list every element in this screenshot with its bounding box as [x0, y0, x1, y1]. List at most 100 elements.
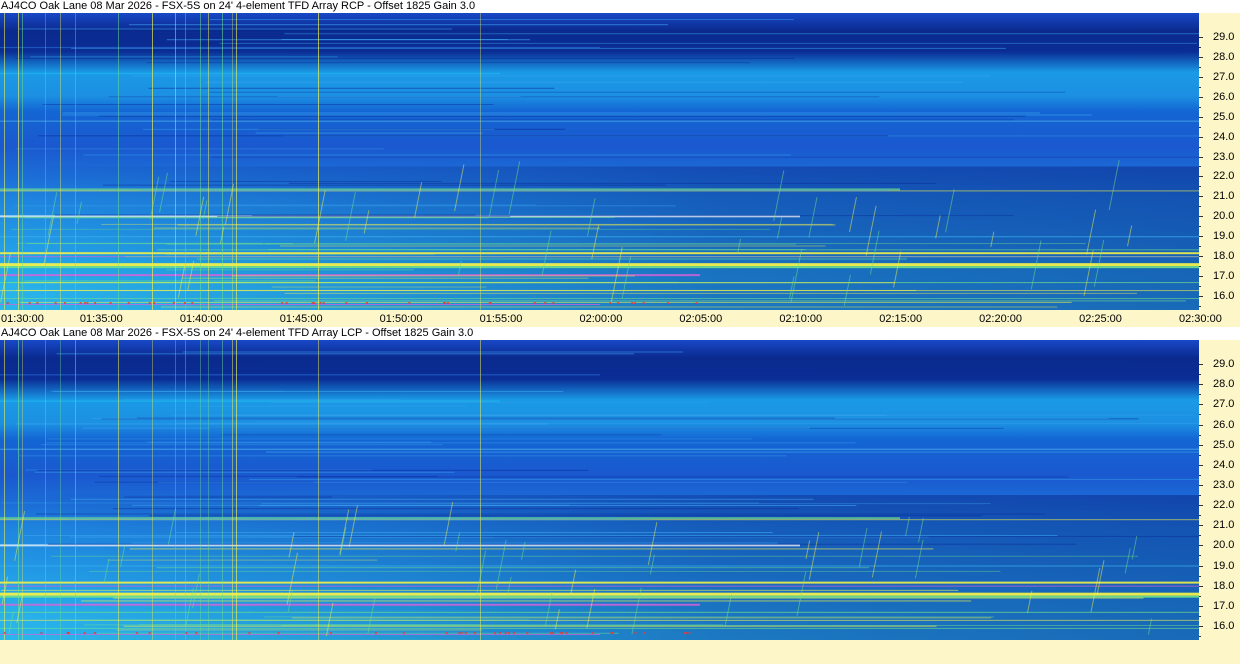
- noise-line: [255, 132, 483, 134]
- rfi-band: [0, 266, 1199, 269]
- noise-line: [102, 184, 666, 186]
- time-tick-label: 02:05:00: [679, 313, 723, 325]
- vertical-rfi-line: [185, 340, 186, 640]
- frequency-tick: [1199, 565, 1203, 567]
- vertical-rfi-line: [4, 13, 5, 310]
- vertical-rfi-line: [118, 340, 119, 640]
- speckle: [609, 302, 612, 305]
- spectrogram-image: [0, 13, 1199, 310]
- frequency-tick: [1199, 56, 1203, 58]
- frequency-tick: [1199, 444, 1203, 446]
- speckle: [366, 302, 369, 305]
- lcp-frequency-axis: 29.0 28.0 27.0 26.0 25.0 24.0 23.0 22.0 21.0 20.0…: [1199, 340, 1240, 640]
- speckle: [319, 302, 322, 305]
- time-tick-label: 01:30:00: [1, 313, 44, 325]
- noise-line: [40, 444, 443, 446]
- rfi-band: [0, 263, 1199, 267]
- speckle: [464, 631, 467, 634]
- frequency-minor-tick: [1199, 635, 1201, 637]
- noise-line: [55, 619, 530, 621]
- speckle: [634, 631, 637, 634]
- frequency-tick-label: 16.0: [1213, 619, 1235, 632]
- noise-line: [81, 600, 972, 602]
- speckle: [93, 631, 96, 634]
- rfi-band: [0, 595, 1199, 598]
- noise-line: [152, 519, 651, 521]
- speckle: [695, 302, 698, 305]
- noise-line: [23, 534, 1058, 536]
- vertical-rfi-line: [152, 13, 153, 310]
- noise-line: [211, 119, 1015, 121]
- speckle: [79, 302, 82, 305]
- frequency-minor-tick: [1199, 306, 1201, 307]
- speckle: [408, 302, 411, 305]
- vertical-rfi-line: [60, 340, 61, 640]
- noise-line: [42, 103, 494, 105]
- frequency-tick-label: 29.0: [1213, 30, 1235, 43]
- speckle: [688, 631, 691, 634]
- spectrogram-image: [0, 340, 1199, 640]
- noise-line: [113, 508, 800, 510]
- noise-line: [53, 390, 564, 392]
- frequency-tick: [1199, 196, 1203, 198]
- frequency-tick: [1199, 505, 1203, 507]
- rfi-band: [0, 120, 1199, 122]
- speckle: [109, 302, 112, 305]
- speckle: [40, 631, 43, 634]
- frequency-tick-label: 25.0: [1213, 110, 1235, 123]
- frequency-tick-label: 24.0: [1213, 130, 1235, 143]
- frequency-minor-tick: [1199, 126, 1201, 128]
- noise-line: [210, 18, 794, 20]
- rcp-time-axis: 01:30:00 01:35:00 01:40:00 01:45:00 01:50:00…: [0, 310, 1240, 327]
- time-tick-label: 01:55:00: [479, 313, 523, 325]
- rcp-spectrogram: [0, 13, 1199, 310]
- frequency-minor-tick: [1199, 226, 1201, 228]
- frequency-tick-label: 29.0: [1213, 358, 1235, 371]
- frequency-tick-label: 19.0: [1213, 559, 1235, 572]
- noise-line: [98, 115, 1026, 117]
- noise-line: [277, 95, 521, 97]
- frequency-minor-tick: [1199, 46, 1201, 48]
- speckle: [544, 302, 547, 305]
- frequency-tick-label: 17.0: [1213, 599, 1235, 612]
- speckle: [591, 631, 594, 634]
- speckle: [311, 302, 314, 305]
- frequency-minor-tick: [1199, 434, 1201, 436]
- vertical-rfi-line: [232, 13, 233, 310]
- speckle: [473, 631, 476, 634]
- frequency-minor-tick: [1199, 86, 1201, 88]
- speckle: [54, 302, 57, 305]
- noise-line: [213, 300, 1186, 302]
- speckle: [488, 302, 491, 305]
- frequency-minor-tick: [1199, 495, 1201, 497]
- time-tick-label: 01:40:00: [179, 313, 223, 325]
- speckle: [313, 302, 316, 305]
- vertical-rfi-line: [236, 13, 237, 310]
- noise-line: [37, 469, 589, 471]
- noise-line: [24, 280, 316, 282]
- vertical-rfi-line: [236, 340, 237, 640]
- noise-line: [280, 245, 826, 247]
- rfi-band: [0, 236, 1199, 238]
- frequency-tick-label: 21.0: [1213, 519, 1235, 532]
- vertical-rfi-line: [200, 340, 201, 640]
- speckle: [499, 631, 502, 634]
- speckle: [667, 302, 670, 305]
- vertical-rfi-line: [60, 13, 61, 310]
- noise-line: [182, 351, 684, 353]
- speckle: [507, 631, 510, 634]
- speckle: [322, 302, 325, 305]
- speckle: [185, 631, 188, 634]
- speckle: [329, 631, 332, 634]
- time-tick-label: 02:10:00: [779, 313, 823, 325]
- frequency-tick: [1199, 256, 1203, 258]
- speckle: [683, 631, 686, 634]
- noise-line: [160, 306, 1058, 308]
- frequency-tick: [1199, 464, 1203, 466]
- frequency-tick-label: 18.0: [1213, 579, 1235, 592]
- noise-line: [15, 57, 795, 59]
- frequency-minor-tick: [1199, 535, 1201, 537]
- noise-line: [266, 451, 1199, 453]
- noise-line: [101, 223, 833, 225]
- noise-line: [38, 135, 889, 137]
